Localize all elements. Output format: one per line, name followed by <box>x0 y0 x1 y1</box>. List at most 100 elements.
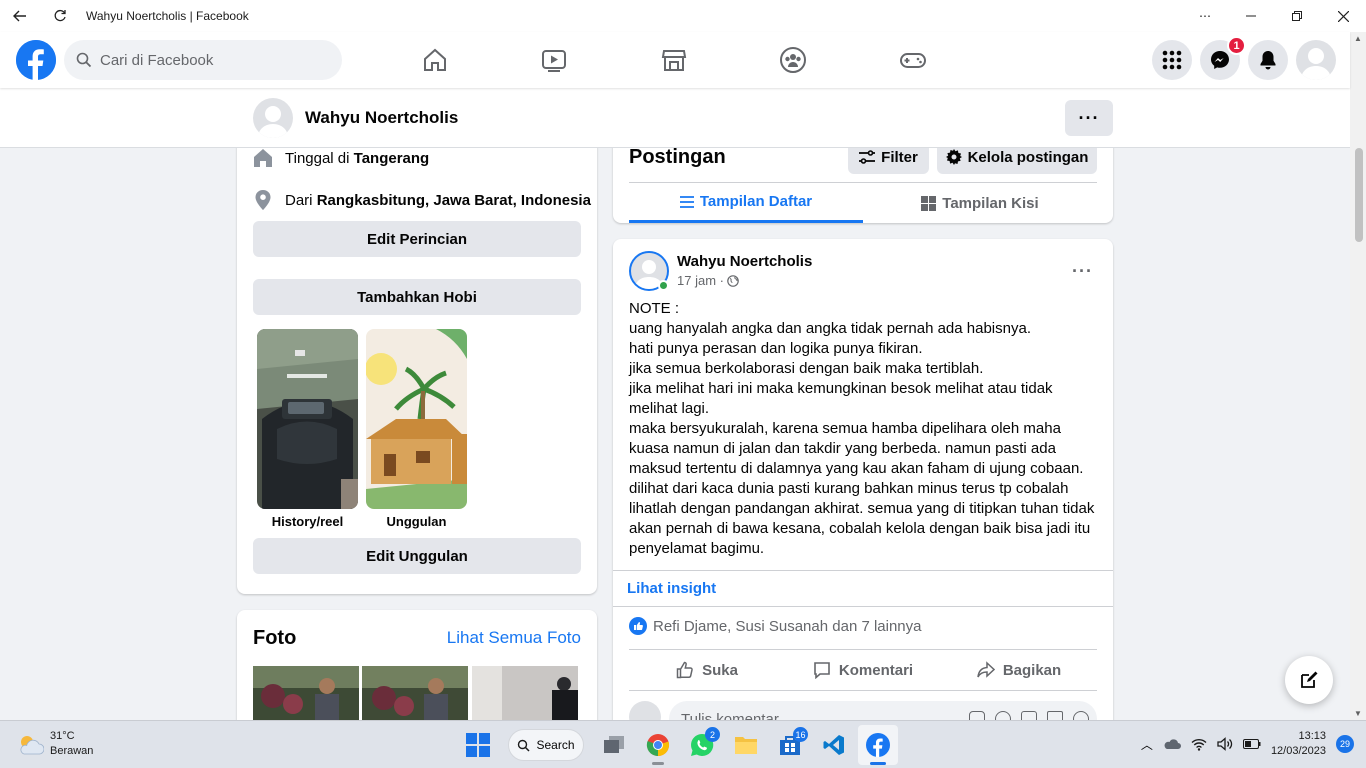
post-time[interactable]: 17 jam · <box>677 273 724 288</box>
wifi-icon[interactable] <box>1191 738 1207 751</box>
user-silhouette-icon <box>258 106 288 138</box>
notifications-button[interactable] <box>1248 40 1288 80</box>
location-pin-icon <box>253 190 273 210</box>
like-label: Suka <box>702 661 738 679</box>
nav-gaming[interactable] <box>853 32 973 88</box>
onedrive-cloud-icon[interactable] <box>1163 738 1181 750</box>
from-place[interactable]: Rangkasbitung, Jawa Barat, Indonesia <box>317 192 591 209</box>
messenger-button[interactable]: 1 <box>1200 36 1246 80</box>
insight-label: Lihat insight <box>627 580 717 597</box>
account-avatar[interactable] <box>1296 40 1336 80</box>
share-button[interactable]: Bagikan <box>941 650 1097 690</box>
window-titlebar: Wahyu Noertcholis | Facebook ⋯ <box>0 0 1366 32</box>
start-button[interactable] <box>458 725 498 765</box>
featured-label-unggulan: Unggulan <box>386 514 447 529</box>
add-hobby-button[interactable]: Tambahkan Hobi <box>253 279 581 315</box>
profile-more-button[interactable]: ··· <box>1065 100 1113 136</box>
photos-title: Foto <box>253 627 297 649</box>
taskbar-task-view[interactable] <box>594 725 634 765</box>
share-label: Bagikan <box>1002 661 1062 679</box>
volume-icon[interactable] <box>1217 737 1233 751</box>
see-all-photos-link[interactable]: Lihat Semua Foto <box>447 628 581 648</box>
window-more-button[interactable]: ⋯ <box>1182 0 1228 32</box>
manage-posts-label: Kelola postingan <box>967 148 1089 166</box>
lives-city[interactable]: Tangerang <box>354 150 430 167</box>
featured-photo-house-painting <box>366 329 467 509</box>
nav-watch[interactable] <box>495 32 615 88</box>
user-silhouette-icon <box>1301 48 1331 80</box>
like-button[interactable]: Suka <box>629 650 785 690</box>
taskbar-file-explorer[interactable] <box>726 725 766 765</box>
weather-widget[interactable]: 31°C Berawan <box>16 729 93 759</box>
taskbar-chrome[interactable] <box>638 725 678 765</box>
featured-unggulan[interactable] <box>366 329 467 509</box>
battery-icon[interactable] <box>1242 739 1261 749</box>
post-options-button[interactable]: ··· <box>1072 261 1093 282</box>
taskbar-apps: Search 2 16 <box>458 725 898 765</box>
tab-grid-label: Tampilan Kisi <box>942 194 1039 212</box>
tab-grid-view[interactable]: Tampilan Kisi <box>863 183 1097 223</box>
share-icon <box>977 661 995 678</box>
like-reaction-icon <box>629 617 647 635</box>
taskbar-search[interactable]: Search <box>508 729 584 761</box>
edit-featured-button[interactable]: Edit Unggulan <box>253 538 581 574</box>
facebook-f-icon <box>16 40 56 80</box>
search-input[interactable] <box>100 51 320 69</box>
scroll-up-icon[interactable]: ▲ <box>1354 34 1362 43</box>
taskbar-facebook[interactable] <box>858 725 898 765</box>
see-insight-link[interactable]: Lihat insight <box>613 570 1113 607</box>
restore-button[interactable] <box>1274 0 1320 32</box>
nav-right-actions: 1 <box>1152 36 1336 80</box>
more-dots-icon: ··· <box>1078 107 1100 128</box>
featured-history-reel[interactable] <box>257 329 358 509</box>
minimize-icon <box>1246 15 1256 17</box>
notification-count[interactable]: 29 <box>1336 735 1354 753</box>
post-author-name[interactable]: Wahyu Noertcholis <box>677 253 812 270</box>
list-icon <box>679 195 694 208</box>
chevron-up-icon[interactable]: ︿ <box>1141 736 1153 753</box>
taskbar-vscode[interactable] <box>814 725 854 765</box>
running-indicator <box>652 762 664 765</box>
facebook-logo[interactable] <box>16 40 56 80</box>
intro-card: Tinggal di Tangerang Dari Rangkasbitung,… <box>237 130 597 594</box>
scrollbar-thumb[interactable] <box>1355 148 1363 242</box>
groups-icon <box>780 47 807 73</box>
restore-icon <box>1292 11 1302 21</box>
more-dots-icon: ⋯ <box>1199 9 1211 23</box>
scroll-down-icon[interactable]: ▼ <box>1354 709 1362 718</box>
refresh-button[interactable] <box>40 0 80 32</box>
task-view-icon <box>604 736 624 753</box>
tab-list-label: Tampilan Daftar <box>699 193 813 210</box>
close-button[interactable] <box>1320 0 1366 32</box>
nav-groups[interactable] <box>734 32 854 88</box>
post-reactions[interactable]: Refi Djame, Susi Susanah dan 7 lainnya <box>629 617 922 635</box>
chrome-icon <box>646 734 670 757</box>
page-scrollbar[interactable]: ▲ ▼ <box>1350 32 1366 720</box>
weather-condition: Berawan <box>50 745 94 757</box>
arrow-left-icon <box>13 10 26 22</box>
nav-marketplace[interactable] <box>614 32 734 88</box>
search-box[interactable] <box>64 40 342 80</box>
profile-avatar[interactable] <box>253 98 293 138</box>
comment-button[interactable]: Komentari <box>785 650 941 690</box>
clock-date: 12/03/2023 <box>1270 745 1326 757</box>
taskbar-whatsapp[interactable]: 2 <box>682 725 722 765</box>
new-message-button[interactable] <box>1285 656 1333 704</box>
weather-temp: 31°C <box>50 730 75 742</box>
facebook-top-nav: 1 <box>0 32 1350 88</box>
back-button[interactable] <box>0 0 40 32</box>
nav-home[interactable] <box>375 32 495 88</box>
post-meta: 17 jam · <box>677 273 739 288</box>
minimize-button[interactable] <box>1228 0 1274 32</box>
cloud-sun-icon <box>20 736 44 755</box>
edit-details-button[interactable]: Edit Perincian <box>253 221 581 257</box>
taskbar-store[interactable]: 16 <box>770 725 810 765</box>
store-badge: 16 <box>793 727 808 742</box>
online-status-dot <box>658 280 669 291</box>
comment-label: Komentari <box>838 661 914 679</box>
active-indicator <box>870 762 886 765</box>
menu-button[interactable] <box>1152 40 1192 80</box>
tab-list-view[interactable]: Tampilan Daftar <box>629 183 863 223</box>
system-clock[interactable]: 13:13 12/03/2023 <box>1271 729 1326 759</box>
profile-name[interactable]: Wahyu Noertcholis <box>305 108 458 128</box>
